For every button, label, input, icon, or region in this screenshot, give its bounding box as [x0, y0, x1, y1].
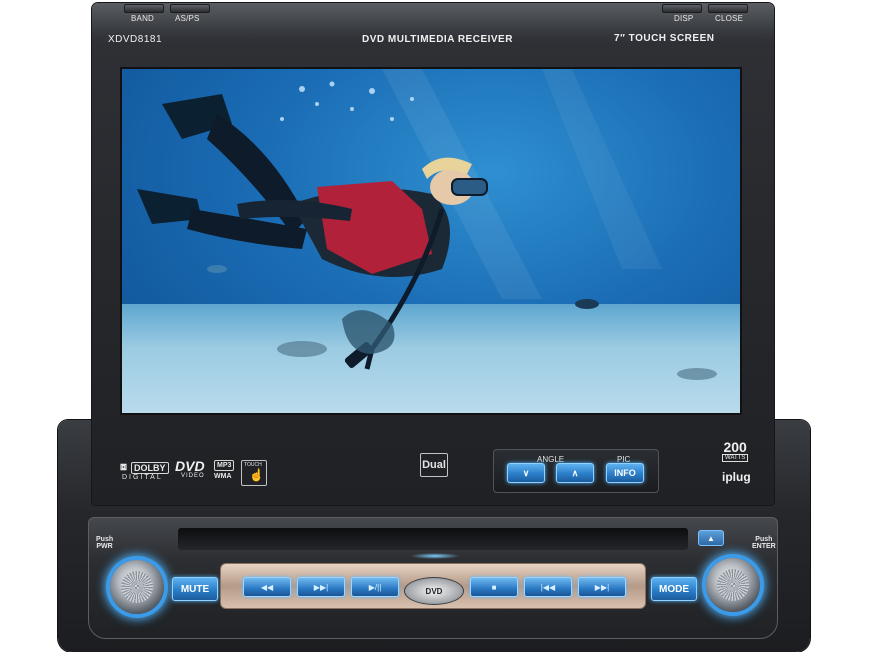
touch-screen-display[interactable]: [120, 67, 742, 415]
push-pwr-label: Push PWR: [96, 536, 113, 550]
push-right-label: Push: [755, 536, 773, 543]
play-pause-icon: ▶/||: [368, 582, 382, 592]
mute-label: MUTE: [180, 583, 210, 595]
pwr-label: PWR: [96, 543, 113, 550]
chevron-up-icon: ∧: [571, 467, 579, 478]
format-badge: MP3 WMA: [214, 460, 235, 481]
info-label: INFO: [614, 468, 636, 478]
screen-label: TOUCH SCREEN: [628, 33, 715, 44]
enter-knob-grip: [717, 569, 749, 601]
chevron-down-icon: ∨: [522, 467, 530, 478]
volume-knob-grip: [121, 571, 153, 603]
enter-label: ENTER: [752, 543, 776, 550]
previous-track-button[interactable]: |◀◀: [524, 577, 572, 597]
iplug-logo: iplug: [722, 470, 751, 484]
model-number: XDVD8181: [108, 34, 163, 45]
dvd-center-logo: DVD: [404, 577, 464, 605]
angle-down-button[interactable]: ∨: [507, 463, 545, 483]
asps-button[interactable]: [170, 4, 210, 13]
disc-slot: [178, 528, 688, 550]
watts-value: 200: [723, 439, 747, 455]
dvd-video-label: VIDEO: [181, 473, 205, 479]
info-button[interactable]: INFO: [606, 463, 644, 483]
mp3-label: MP3: [214, 460, 235, 471]
wma-label: WMA: [214, 473, 232, 480]
play-pause-button[interactable]: ▶/||: [351, 577, 399, 597]
watts-unit: WATTS: [722, 454, 749, 462]
close-label: CLOSE: [715, 14, 744, 23]
band-button[interactable]: [124, 4, 164, 13]
band-label: BAND: [131, 14, 155, 23]
dolby-badge: ⧈ DOLBY: [120, 461, 169, 474]
rewind-icon: ◀◀: [260, 582, 274, 592]
hand-icon: ☝: [249, 468, 264, 482]
stop-button[interactable]: ■: [470, 577, 518, 597]
eject-icon: ▲: [707, 533, 715, 543]
angle-up-button[interactable]: ∧: [556, 463, 594, 483]
dual-logo: Dual: [420, 453, 448, 477]
rewind-button[interactable]: ◀◀: [243, 577, 291, 597]
close-button[interactable]: [708, 4, 748, 13]
product-title: DVD MULTIMEDIA RECEIVER: [362, 34, 513, 45]
skip-forward-button[interactable]: ▶▶|: [297, 577, 345, 597]
push-left-label: Push: [96, 536, 114, 543]
previous-track-icon: |◀◀: [540, 582, 556, 592]
skip-forward-icon: ▶▶|: [313, 582, 329, 592]
screen-size: 7″ TOUCH SCREEN: [614, 33, 715, 44]
push-enter-label: Push ENTER: [752, 536, 776, 550]
stop-icon: ■: [491, 582, 497, 592]
slot-indicator-light: [410, 553, 460, 559]
volume-knob[interactable]: [110, 560, 164, 614]
disp-button[interactable]: [662, 4, 702, 13]
eject-button[interactable]: ▲: [698, 530, 724, 546]
asps-label: AS/PS: [175, 14, 200, 23]
dvd-badge-label: DVD: [175, 458, 205, 474]
next-track-icon: ▶▶|: [594, 582, 610, 592]
mode-button[interactable]: MODE: [651, 577, 697, 601]
dolby-icon: ⧈: [120, 461, 127, 473]
touch-badge: TOUCH ☝: [241, 460, 267, 486]
digital-label: DIGITAL: [122, 474, 163, 481]
next-track-button[interactable]: ▶▶|: [578, 577, 626, 597]
dvd-video-badge: DVD VIDEO: [175, 459, 205, 479]
disp-label: DISP: [674, 14, 694, 23]
dolby-label: DOLBY: [131, 461, 169, 474]
diver-image: [137, 69, 717, 380]
watts-badge: 200 WATTS: [722, 439, 749, 462]
enter-knob[interactable]: [706, 558, 760, 612]
mode-label: MODE: [659, 583, 689, 595]
mute-button[interactable]: MUTE: [172, 577, 218, 601]
